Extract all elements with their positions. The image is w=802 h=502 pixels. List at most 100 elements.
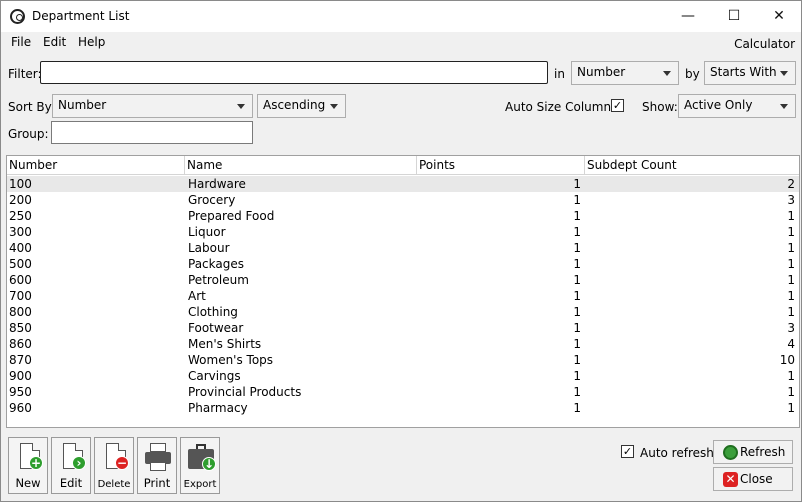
cell-points: 1 — [573, 209, 581, 223]
cell-points: 1 — [573, 401, 581, 415]
cell-subdept-count: 1 — [787, 401, 795, 415]
sort-by-label: Sort By: — [8, 100, 55, 114]
window-title: Department List — [32, 9, 130, 23]
new-button[interactable]: + New — [8, 437, 48, 494]
chevron-down-icon — [330, 104, 338, 109]
cell-points: 1 — [573, 177, 581, 191]
column-header-points[interactable]: Points — [417, 156, 585, 175]
department-grid[interactable]: Number Name Points Subdept Count 100 Hard… — [6, 155, 800, 428]
delete-button[interactable]: − Delete — [94, 437, 134, 494]
menu-help[interactable]: Help — [78, 35, 105, 49]
column-header-number[interactable]: Number — [7, 156, 185, 175]
table-row[interactable]: 700 Art 1 1 — [7, 288, 799, 304]
table-row[interactable]: 200 Grocery 1 3 — [7, 192, 799, 208]
cell-number: 800 — [9, 305, 32, 319]
sort-direction-select[interactable]: Ascending — [257, 94, 346, 118]
close-x-icon: ✕ — [723, 472, 738, 487]
table-row[interactable]: 400 Labour 1 1 — [7, 240, 799, 256]
table-row[interactable]: 800 Clothing 1 1 — [7, 304, 799, 320]
cell-number: 600 — [9, 273, 32, 287]
filter-field-select[interactable]: Number — [571, 61, 679, 85]
cell-number: 900 — [9, 369, 32, 383]
chevron-down-icon — [780, 104, 788, 109]
column-header-name[interactable]: Name — [185, 156, 417, 175]
table-row[interactable]: 250 Prepared Food 1 1 — [7, 208, 799, 224]
cell-points: 1 — [573, 305, 581, 319]
sort-field-select[interactable]: Number — [52, 94, 253, 118]
cell-number: 850 — [9, 321, 32, 335]
cell-points: 1 — [573, 289, 581, 303]
filter-input[interactable] — [40, 61, 548, 84]
column-header-subdept-count[interactable]: Subdept Count — [585, 156, 799, 175]
cell-name: Hardware — [188, 177, 246, 191]
cell-points: 1 — [573, 241, 581, 255]
cell-subdept-count: 4 — [787, 337, 795, 351]
cell-subdept-count: 1 — [787, 369, 795, 383]
auto-size-columns-checkbox[interactable]: ✓ — [611, 99, 624, 112]
cell-number: 300 — [9, 225, 32, 239]
show-filter-select[interactable]: Active Only — [678, 94, 796, 118]
table-row[interactable]: 900 Carvings 1 1 — [7, 368, 799, 384]
table-row[interactable]: 300 Liquor 1 1 — [7, 224, 799, 240]
auto-size-columns-label: Auto Size Columns — [505, 100, 618, 114]
cell-points: 1 — [573, 257, 581, 271]
print-button[interactable]: Print — [137, 437, 177, 494]
close-button[interactable]: ✕ Close — [713, 467, 793, 491]
app-logo-icon — [10, 9, 25, 24]
cell-number: 950 — [9, 385, 32, 399]
cell-name: Carvings — [188, 369, 241, 383]
cell-points: 1 — [573, 369, 581, 383]
cell-subdept-count: 1 — [787, 305, 795, 319]
chevron-down-icon — [237, 104, 245, 109]
cell-subdept-count: 1 — [787, 241, 795, 255]
menu-edit[interactable]: Edit — [43, 35, 66, 49]
cell-name: Petroleum — [188, 273, 249, 287]
auto-refresh-checkbox[interactable]: ✓ — [621, 445, 634, 458]
menu-file[interactable]: File — [11, 35, 31, 49]
export-button[interactable]: ↓ Export — [180, 437, 220, 494]
filter-label: Filter: — [8, 67, 42, 81]
cell-subdept-count: 1 — [787, 257, 795, 271]
group-label: Group: — [8, 127, 49, 141]
cell-name: Packages — [188, 257, 244, 271]
cell-number: 200 — [9, 193, 32, 207]
cell-name: Pharmacy — [188, 401, 248, 415]
cell-name: Provincial Products — [188, 385, 302, 399]
table-row[interactable]: 600 Petroleum 1 1 — [7, 272, 799, 288]
cell-number: 400 — [9, 241, 32, 255]
close-window-button[interactable]: ✕ — [756, 1, 802, 32]
edit-document-icon: › — [59, 443, 86, 473]
table-row[interactable]: 960 Pharmacy 1 1 — [7, 400, 799, 416]
minimize-button[interactable]: — — [665, 1, 711, 32]
table-row[interactable]: 860 Men's Shirts 1 4 — [7, 336, 799, 352]
auto-refresh-label: Auto refresh — [640, 446, 714, 460]
table-row[interactable]: 500 Packages 1 1 — [7, 256, 799, 272]
cell-points: 1 — [573, 321, 581, 335]
edit-button[interactable]: › Edit — [51, 437, 91, 494]
calculator-link[interactable]: Calculator — [734, 37, 795, 51]
cell-subdept-count: 1 — [787, 273, 795, 287]
department-list-window: Department List — ☐ ✕ File Edit Help Cal… — [0, 0, 802, 502]
cell-number: 500 — [9, 257, 32, 271]
table-row[interactable]: 870 Women's Tops 1 10 — [7, 352, 799, 368]
grid-header: Number Name Points Subdept Count — [7, 156, 799, 175]
group-input[interactable] — [51, 121, 253, 144]
cell-points: 1 — [573, 225, 581, 239]
maximize-button[interactable]: ☐ — [711, 1, 757, 32]
filter-mode-select[interactable]: Starts With — [704, 61, 796, 85]
table-row[interactable]: 850 Footwear 1 3 — [7, 320, 799, 336]
show-label: Show: — [642, 100, 678, 114]
cell-number: 100 — [9, 177, 32, 191]
cell-subdept-count: 1 — [787, 225, 795, 239]
table-row[interactable]: 100 Hardware 1 2 — [7, 176, 799, 192]
refresh-button[interactable]: Refresh — [713, 440, 793, 464]
cell-name: Liquor — [188, 225, 226, 239]
title-bar: Department List — ☐ ✕ — [1, 1, 801, 32]
table-row[interactable]: 950 Provincial Products 1 1 — [7, 384, 799, 400]
filter-in-label: in — [554, 67, 565, 81]
chevron-down-icon — [663, 71, 671, 76]
cell-name: Clothing — [188, 305, 238, 319]
cell-name: Prepared Food — [188, 209, 275, 223]
cell-points: 1 — [573, 385, 581, 399]
cell-subdept-count: 3 — [787, 193, 795, 207]
